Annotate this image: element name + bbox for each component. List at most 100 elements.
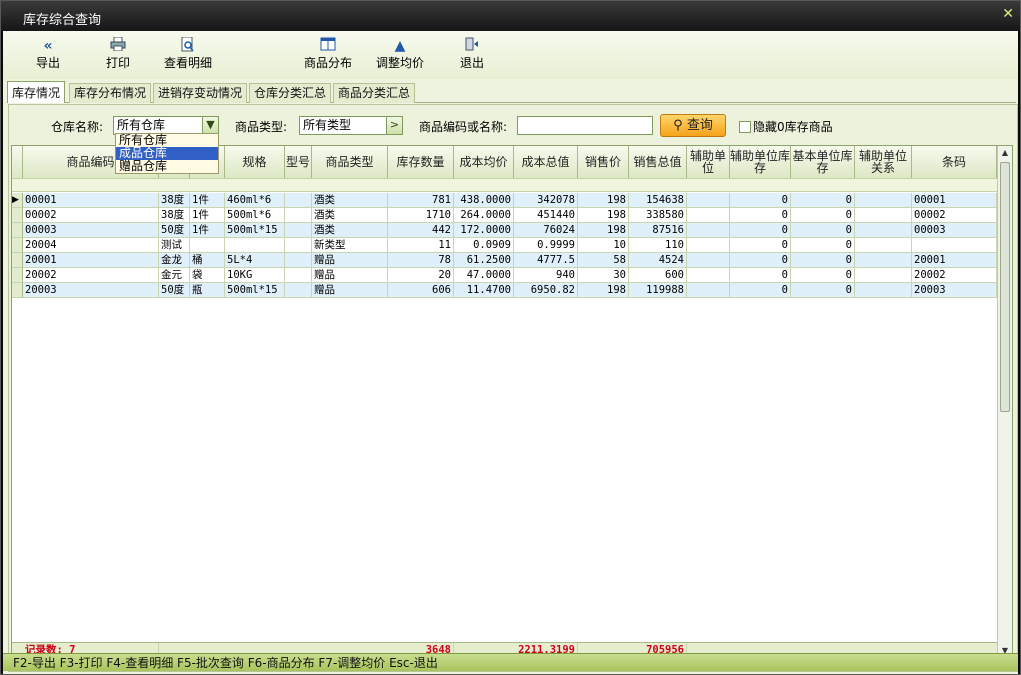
table-cell[interactable]: 10 [578, 238, 629, 253]
table-cell[interactable] [855, 268, 912, 283]
table-cell[interactable]: 61.2500 [454, 253, 514, 268]
row-indicator[interactable] [12, 223, 23, 238]
table-cell[interactable] [687, 253, 730, 268]
table-cell[interactable]: 00002 [912, 208, 997, 223]
table-cell[interactable] [855, 208, 912, 223]
query-button[interactable]: ⚲ 查询 [660, 114, 726, 137]
table-cell[interactable]: 0 [791, 238, 855, 253]
table-cell[interactable]: 11.4700 [454, 283, 514, 298]
table-cell[interactable]: 11 [388, 238, 454, 253]
table-cell[interactable]: 0 [791, 283, 855, 298]
table-cell[interactable]: 110 [629, 238, 687, 253]
table-cell[interactable]: 瓶 [190, 283, 225, 298]
table-cell[interactable]: 0.0909 [454, 238, 514, 253]
table-cell[interactable] [285, 208, 312, 223]
table-cell[interactable]: 438.0000 [454, 193, 514, 208]
scroll-up-icon[interactable]: ▲ [998, 146, 1012, 160]
table-cell[interactable]: 20002 [23, 268, 159, 283]
table-cell[interactable]: 451440 [514, 208, 578, 223]
column-header[interactable]: 基本单位库存 [791, 146, 855, 178]
table-cell[interactable]: 20001 [912, 253, 997, 268]
table-cell[interactable]: 30 [578, 268, 629, 283]
table-cell[interactable] [855, 238, 912, 253]
table-cell[interactable]: 38度 [159, 208, 190, 223]
table-cell[interactable]: 0 [791, 253, 855, 268]
table-cell[interactable]: 00003 [23, 223, 159, 238]
table-cell[interactable]: 38度 [159, 193, 190, 208]
table-cell[interactable]: 606 [388, 283, 454, 298]
column-header[interactable]: 成本均价 [454, 146, 514, 178]
table-cell[interactable] [285, 193, 312, 208]
table-cell[interactable]: 新类型 [312, 238, 388, 253]
table-cell[interactable]: 赠品 [312, 253, 388, 268]
table-cell[interactable]: 198 [578, 193, 629, 208]
table-cell[interactable]: 20002 [912, 268, 997, 283]
table-cell[interactable]: 1件 [190, 193, 225, 208]
column-header[interactable]: 型号 [285, 146, 312, 178]
column-header[interactable]: 库存数量 [388, 146, 454, 178]
table-cell[interactable] [687, 283, 730, 298]
table-cell[interactable]: 20003 [912, 283, 997, 298]
table-cell[interactable]: 金元 [159, 268, 190, 283]
table-cell[interactable] [912, 238, 997, 253]
table-cell[interactable]: 20003 [23, 283, 159, 298]
table-cell[interactable]: 1件 [190, 223, 225, 238]
table-cell[interactable] [687, 193, 730, 208]
column-header[interactable]: 辅助单位 [687, 146, 730, 178]
table-cell[interactable]: 500ml*15 [225, 283, 285, 298]
checkbox-box[interactable] [739, 121, 751, 133]
table-cell[interactable]: 342078 [514, 193, 578, 208]
table-cell[interactable] [855, 283, 912, 298]
table-row[interactable]: 00002 38度 1件 500ml*6 酒类 1710 264.0000 451440 198… [12, 208, 997, 223]
table-cell[interactable]: 1件 [190, 208, 225, 223]
table-cell[interactable] [190, 238, 225, 253]
table-cell[interactable] [687, 238, 730, 253]
table-cell[interactable] [285, 283, 312, 298]
table-cell[interactable]: 20004 [23, 238, 159, 253]
table-cell[interactable]: 500ml*15 [225, 223, 285, 238]
table-cell[interactable] [855, 193, 912, 208]
column-header[interactable]: 销售价 [578, 146, 629, 178]
vertical-scrollbar[interactable]: ▲ ▼ [997, 146, 1012, 658]
table-cell[interactable] [285, 223, 312, 238]
table-cell[interactable]: 金龙 [159, 253, 190, 268]
table-row[interactable]: 20004 测试 新类型 11 0.0909 0.9999 10 110 0 0 [12, 238, 997, 253]
row-indicator[interactable]: ▶ [12, 193, 23, 208]
table-cell[interactable]: 460ml*6 [225, 193, 285, 208]
tab-warehouse-summary[interactable]: 仓库分类汇总 [249, 83, 332, 103]
table-cell[interactable]: 264.0000 [454, 208, 514, 223]
table-cell[interactable]: 20 [388, 268, 454, 283]
export-button[interactable]: « 导出 [13, 37, 83, 75]
table-cell[interactable]: 154638 [629, 193, 687, 208]
table-cell[interactable]: 10KG [225, 268, 285, 283]
table-cell[interactable]: 87516 [629, 223, 687, 238]
table-cell[interactable]: 0 [791, 208, 855, 223]
exit-button[interactable]: 退出 [437, 37, 507, 75]
column-header[interactable]: 商品类型 [312, 146, 388, 178]
column-header[interactable]: 规格 [225, 146, 285, 178]
table-cell[interactable]: 47.0000 [454, 268, 514, 283]
table-cell[interactable] [285, 268, 312, 283]
table-cell[interactable]: 0 [791, 223, 855, 238]
table-cell[interactable] [687, 268, 730, 283]
adjust-price-button[interactable]: ▲ 调整均价 [365, 37, 435, 75]
row-indicator[interactable] [12, 253, 23, 268]
column-header[interactable]: 辅助单位关系 [855, 146, 912, 178]
table-cell[interactable]: 4524 [629, 253, 687, 268]
view-detail-button[interactable]: 查看明细 [153, 36, 223, 75]
hide-zero-checkbox[interactable]: 隐藏0库存商品 [739, 118, 833, 135]
type-select[interactable]: 所有类型 > [299, 116, 403, 135]
table-row[interactable]: ▶ 00001 38度 1件 460ml*6 酒类 781 438.0000 342078 198… [12, 193, 997, 208]
table-row[interactable]: 00003 50度 1件 500ml*15 酒类 442 172.0000 76024 198 8… [12, 223, 997, 238]
dropdown-option[interactable]: 赠品仓库 [116, 160, 218, 173]
tab-inventory-distribution[interactable]: 库存分布情况 [69, 83, 152, 103]
table-cell[interactable]: 0.9999 [514, 238, 578, 253]
table-cell[interactable]: 50度 [159, 283, 190, 298]
table-cell[interactable]: 测试 [159, 238, 190, 253]
code-input[interactable] [517, 116, 653, 135]
table-cell[interactable] [285, 238, 312, 253]
tab-stock-movement[interactable]: 进销存变动情况 [153, 83, 248, 103]
table-cell[interactable]: 0 [791, 268, 855, 283]
table-cell[interactable]: 781 [388, 193, 454, 208]
table-cell[interactable]: 酒类 [312, 223, 388, 238]
